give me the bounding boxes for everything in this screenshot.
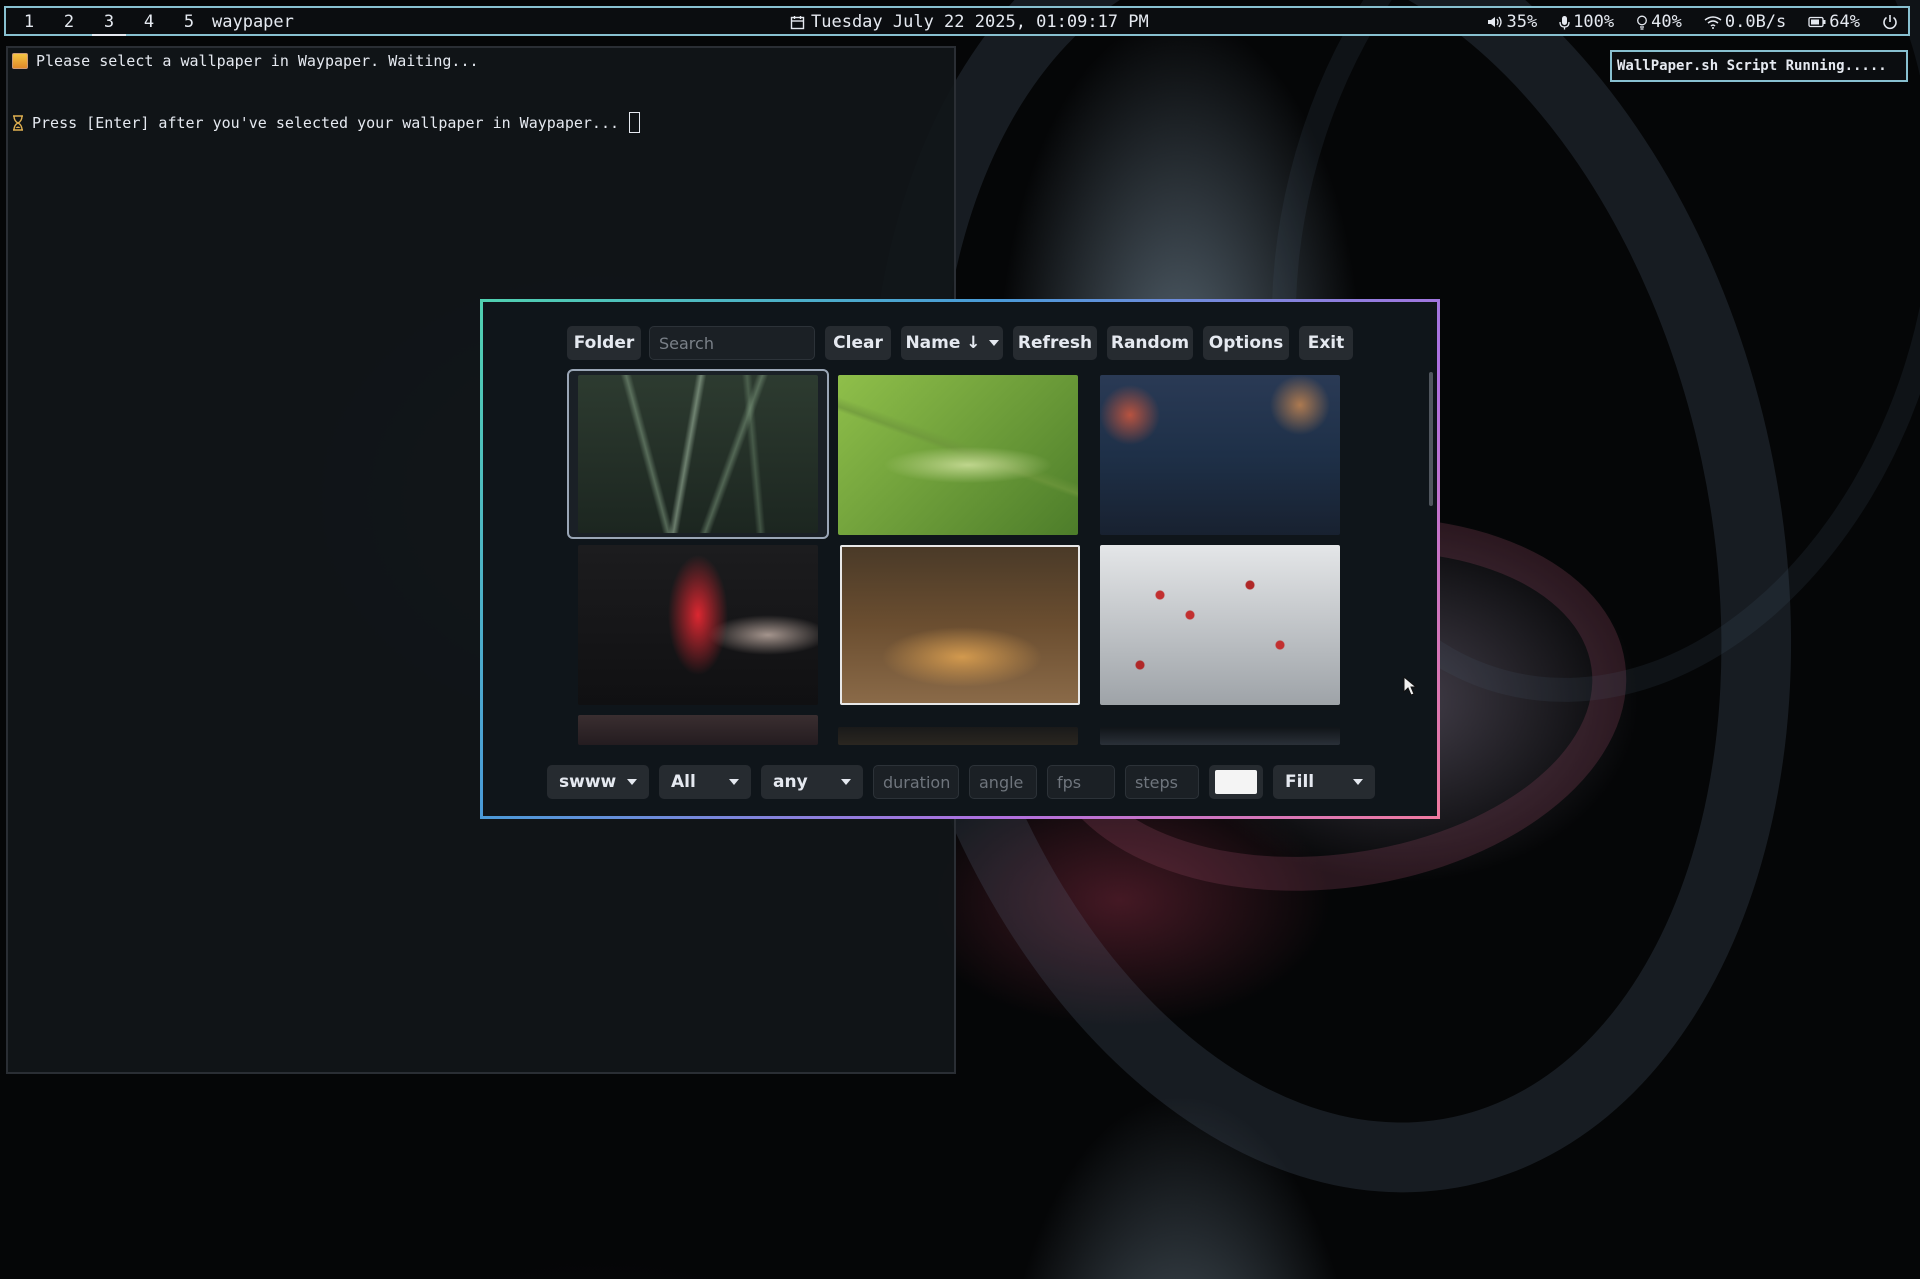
steps-input[interactable]: steps	[1125, 765, 1199, 799]
lightbulb-icon	[1637, 15, 1648, 30]
terminal-text: Press [Enter] after you've selected your…	[32, 113, 619, 132]
microphone-icon	[1559, 15, 1570, 29]
thumbnail-grass-blades[interactable]	[578, 375, 818, 533]
clock-text: Tuesday July 22 2025, 01:09:17 PM	[811, 12, 1149, 32]
thumbnail-green-wheat[interactable]	[838, 375, 1078, 535]
sort-dropdown[interactable]: Name ↓	[901, 326, 1003, 360]
chevron-down-icon	[729, 779, 739, 785]
workspace-4[interactable]: 4	[132, 12, 166, 32]
angle-input[interactable]: angle	[969, 765, 1037, 799]
mic-indicator[interactable]: 100%	[1559, 12, 1614, 32]
mouse-cursor-icon	[1403, 676, 1417, 696]
volume-level: 35%	[1506, 12, 1538, 32]
brightness-level: 40%	[1651, 12, 1682, 32]
volume-icon	[1488, 16, 1503, 28]
terminal-text: Please select a wallpaper in Waypaper. W…	[36, 52, 479, 70]
picture-icon	[12, 53, 28, 69]
duration-input[interactable]: duration	[873, 765, 959, 799]
top-bar: 1 2 3 4 5 waypaper Tuesday July 22 2025,…	[4, 6, 1910, 36]
calendar-icon	[790, 15, 805, 29]
terminal-cursor	[629, 112, 640, 133]
clock[interactable]: Tuesday July 22 2025, 01:09:17 PM	[790, 12, 1149, 32]
chevron-down-icon	[627, 779, 637, 785]
mic-level: 100%	[1573, 12, 1615, 32]
waypaper-content: Folder Search Clear Name ↓ Refresh Rando…	[483, 302, 1437, 816]
fps-input[interactable]: fps	[1047, 765, 1115, 799]
background-color-picker[interactable]	[1209, 765, 1263, 799]
clear-button[interactable]: Clear	[825, 326, 891, 360]
thumbnail-partial[interactable]	[1100, 727, 1340, 745]
terminal-line: Please select a wallpaper in Waypaper. W…	[12, 52, 479, 70]
status-area: 35% 100% 40% 0.0B/s 64%	[1487, 12, 1898, 32]
hourglass-icon	[13, 114, 23, 131]
refresh-button[interactable]: Refresh	[1013, 326, 1097, 360]
filter-label: All	[671, 772, 696, 792]
workspace-5[interactable]: 5	[172, 12, 206, 32]
random-button[interactable]: Random	[1107, 326, 1193, 360]
thumbnail-partial[interactable]	[838, 727, 1078, 745]
network-indicator[interactable]: 0.0B/s	[1704, 12, 1786, 32]
search-input[interactable]: Search	[649, 326, 815, 360]
color-swatch	[1215, 770, 1257, 794]
folder-button[interactable]: Folder	[567, 326, 641, 360]
wifi-icon	[1704, 16, 1722, 29]
fill-dropdown[interactable]: Fill	[1273, 765, 1375, 799]
battery-icon	[1808, 16, 1826, 28]
terminal-line: Press [Enter] after you've selected your…	[12, 112, 640, 133]
transition-label: any	[773, 772, 808, 792]
thumbnail-partial[interactable]	[578, 715, 818, 745]
thumbnail-night-cafe[interactable]	[1100, 375, 1340, 535]
transition-dropdown[interactable]: any	[761, 765, 863, 799]
filter-dropdown[interactable]: All	[659, 765, 751, 799]
chevron-down-icon	[1353, 779, 1363, 785]
power-button[interactable]	[1882, 14, 1898, 30]
notification-text: WallPaper.sh Script Running.....	[1617, 58, 1887, 74]
thumbnail-red-cocktail[interactable]	[578, 545, 818, 705]
script-notification[interactable]: WallPaper.sh Script Running.....	[1610, 50, 1908, 82]
volume-indicator[interactable]: 35%	[1487, 12, 1537, 32]
gallery-scrollbar[interactable]	[1429, 372, 1433, 506]
chevron-down-icon	[841, 779, 851, 785]
battery-indicator[interactable]: 64%	[1808, 12, 1860, 32]
workspace-3[interactable]: 3	[92, 12, 126, 36]
chevron-down-icon	[988, 340, 999, 346]
exit-button[interactable]: Exit	[1299, 326, 1353, 360]
battery-level: 64%	[1829, 12, 1860, 32]
window-title: waypaper	[212, 12, 294, 32]
thumbnail-snowy-berries[interactable]	[1100, 545, 1340, 705]
workspace-1[interactable]: 1	[12, 12, 46, 32]
thumbnail-restaurant[interactable]	[840, 545, 1080, 705]
brightness-indicator[interactable]: 40%	[1636, 12, 1682, 32]
backend-label: swww	[559, 772, 617, 792]
network-speed: 0.0B/s	[1724, 12, 1787, 32]
workspace-2[interactable]: 2	[52, 12, 86, 32]
waypaper-window: Folder Search Clear Name ↓ Refresh Rando…	[480, 299, 1440, 819]
options-button[interactable]: Options	[1203, 326, 1289, 360]
power-icon	[1883, 15, 1897, 30]
sort-label: Name ↓	[905, 333, 981, 353]
fill-label: Fill	[1285, 772, 1315, 792]
backend-dropdown[interactable]: swww	[547, 765, 649, 799]
